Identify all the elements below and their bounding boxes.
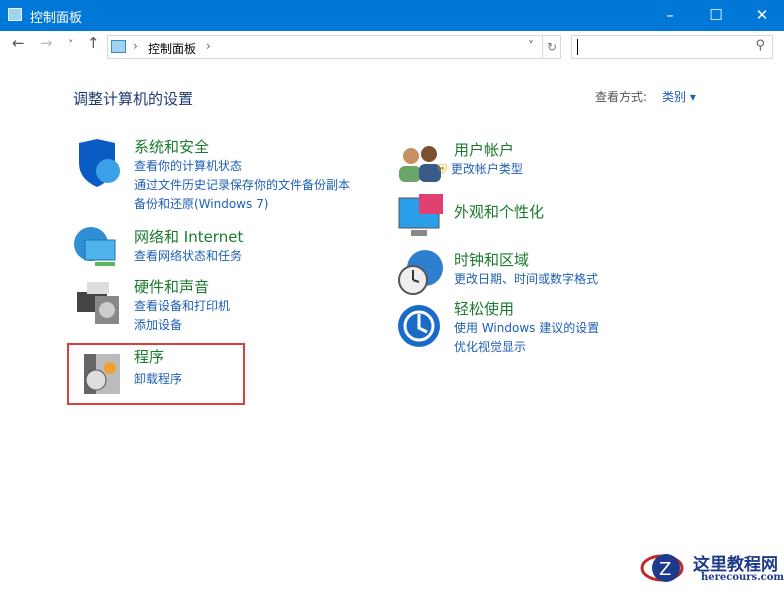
address-bar[interactable]: › 控制面板 › ˅ ↻ <box>107 35 561 59</box>
maximize-button[interactable]: ☐ <box>696 3 736 27</box>
refresh-button[interactable]: ↻ <box>542 36 561 58</box>
minimize-button[interactable]: – <box>650 3 690 27</box>
programs-link[interactable]: 程序 <box>134 347 182 367</box>
breadcrumb-separator: › <box>133 39 138 53</box>
control-panel-icon <box>111 40 126 53</box>
chevron-down-icon: ▾ <box>689 90 696 104</box>
title-bar: 控制面板 – ☐ ✕ <box>0 0 784 31</box>
change-account-type-link[interactable]: ⛨ 更改帐户类型 <box>438 160 523 179</box>
svg-text:Z: Z <box>659 559 671 580</box>
breadcrumb-control-panel[interactable]: 控制面板 <box>148 40 196 57</box>
ease-of-access-icon <box>397 302 445 350</box>
devices-printers-link[interactable]: 查看设备和打印机 <box>134 297 230 316</box>
clock-globe-icon <box>397 248 445 296</box>
view-by-label: 查看方式: <box>595 90 648 104</box>
system-security-link[interactable]: 系统和安全 <box>134 137 350 157</box>
change-date-time-link[interactable]: 更改日期、时间或数字格式 <box>454 270 598 289</box>
breadcrumb-separator[interactable]: › <box>206 39 211 53</box>
text-cursor <box>577 39 578 55</box>
appearance-link[interactable]: 外观和个性化 <box>454 202 544 222</box>
view-by-value: 类别 <box>662 90 687 104</box>
view-status-link[interactable]: 查看你的计算机状态 <box>134 157 350 176</box>
category-network: 网络和 Internet 查看网络状态和任务 <box>134 227 243 266</box>
up-button[interactable]: ↑ <box>87 34 100 60</box>
category-system-security: 系统和安全 查看你的计算机状态 通过文件历史记录保存你的文件备份副本 备份和还原… <box>134 137 350 214</box>
search-input[interactable]: ⚲ <box>571 35 773 59</box>
forward-button[interactable]: → <box>40 34 53 60</box>
recommended-settings-link[interactable]: 使用 Windows 建议的设置 <box>454 319 599 338</box>
category-clock-region: 时钟和区域 更改日期、时间或数字格式 <box>454 250 598 289</box>
change-account-type-label: 更改帐户类型 <box>450 162 523 176</box>
add-device-link[interactable]: 添加设备 <box>134 316 230 335</box>
window-title: 控制面板 <box>30 11 83 26</box>
backup-restore-link[interactable]: 备份和还原(Windows 7) <box>134 195 350 214</box>
clock-region-link[interactable]: 时钟和区域 <box>454 250 598 270</box>
shield-icon <box>75 139 123 187</box>
view-by-dropdown[interactable]: 类别 ▾ <box>662 88 696 105</box>
hardware-sound-link[interactable]: 硬件和声音 <box>134 277 230 297</box>
optimize-display-link[interactable]: 优化视觉显示 <box>454 338 599 357</box>
category-programs: 程序 卸载程序 <box>134 347 182 389</box>
uac-shield-icon: ⛨ <box>438 162 448 176</box>
watermark-url: herecours.com <box>701 572 784 583</box>
watermark-logo: Z <box>640 548 684 586</box>
file-history-link[interactable]: 通过文件历史记录保存你的文件备份副本 <box>134 176 350 195</box>
printer-icon <box>75 278 123 326</box>
category-appearance: 外观和个性化 <box>454 202 544 222</box>
ease-of-access-link[interactable]: 轻松使用 <box>454 299 599 319</box>
control-panel-icon <box>8 8 22 21</box>
network-icon <box>73 226 121 274</box>
search-icon[interactable]: ⚲ <box>755 38 765 53</box>
uninstall-program-link[interactable]: 卸载程序 <box>134 370 182 389</box>
category-hardware-sound: 硬件和声音 查看设备和打印机 添加设备 <box>134 277 230 335</box>
page-title: 调整计算机的设置 <box>73 90 194 108</box>
network-status-link[interactable]: 查看网络状态和任务 <box>134 247 243 266</box>
category-ease-of-access: 轻松使用 使用 Windows 建议的设置 优化视觉显示 <box>454 299 599 357</box>
close-button[interactable]: ✕ <box>742 3 782 27</box>
address-dropdown-button[interactable]: ˅ <box>528 39 534 53</box>
appearance-icon <box>397 192 445 240</box>
back-button[interactable]: ← <box>12 34 25 60</box>
programs-icon <box>80 350 128 398</box>
user-accounts-link[interactable]: 用户帐户 <box>454 140 523 160</box>
category-user-accounts: 用户帐户 ⛨ 更改帐户类型 <box>438 140 523 179</box>
network-internet-link[interactable]: 网络和 Internet <box>134 227 243 247</box>
recent-locations-button[interactable]: ˅ <box>68 38 74 64</box>
